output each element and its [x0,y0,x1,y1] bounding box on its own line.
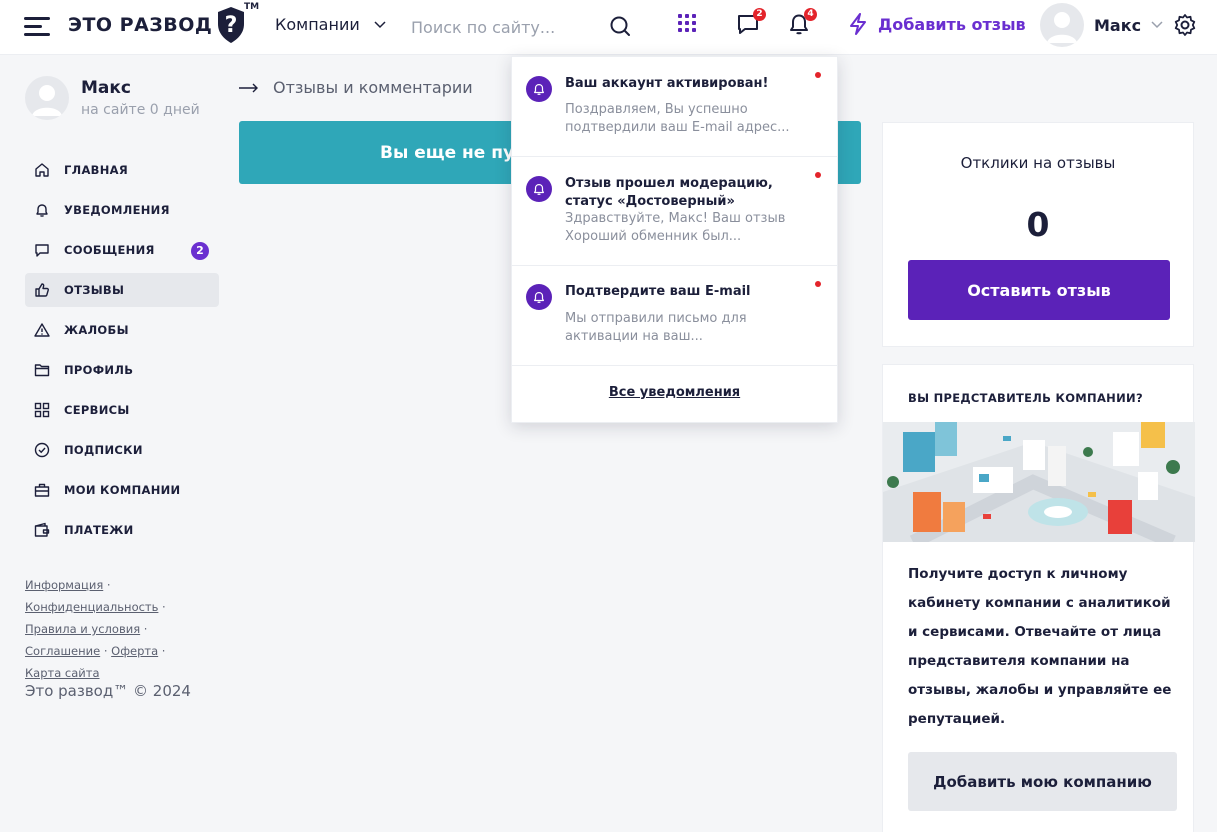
sidebar-item-reviews[interactable]: ОТЗЫВЫ [25,273,219,307]
bell-icon [526,284,552,310]
company-card-title: ВЫ ПРЕДСТАВИТЕЛЬ КОМПАНИИ? [908,391,1143,405]
notification-text: Поздравляем, Вы успешно подтвердили ваш … [565,102,790,135]
all-notifications-link[interactable]: Все уведомления [512,385,837,400]
copyright: Это развод™ © 2024 [25,682,191,700]
logo-text: ЭТО РАЗВОД [68,14,213,36]
sidebar-item-label: СООБЩЕНИЯ [64,243,155,257]
breadcrumb-current: Отзывы и комментарии [273,78,473,97]
messages-counter: 2 [753,8,766,21]
grid-icon [34,402,50,418]
chevron-down-icon [374,20,386,29]
add-review-label: Добавить отзыв [878,14,1026,34]
sidebar-item-label: УВЕДОМЛЕНИЯ [64,203,170,217]
sidebar-item-services[interactable]: СЕРВИСЫ [25,393,219,427]
apps-grid-icon[interactable] [676,12,698,34]
bell-icon [36,204,48,217]
gear-icon[interactable] [1173,13,1197,37]
companies-dropdown[interactable]: Компании [275,15,386,34]
company-representative-card: ВЫ ПРЕДСТАВИТЕЛЬ КОМПАНИИ? Получите дост… [882,364,1195,832]
sidebar-item-label: ГЛАВНАЯ [64,163,129,177]
notification-title: Отзыв прошел модерацию, статус «Достовер… [565,176,773,209]
add-review-button[interactable]: Добавить отзыв [848,13,1026,35]
sidebar-item-subscriptions[interactable]: ПОДПИСКИ [25,433,219,467]
sidebar-item-payments[interactable]: ПЛАТЕЖИ [25,513,219,547]
replies-title: Отклики на отзывы [960,154,1116,172]
companies-label: Компании [275,15,360,34]
bell-icon [526,76,552,102]
footer-link-terms[interactable]: Правила и условия [25,622,140,636]
messages-badge: 2 [191,242,209,260]
notification-text: Здравствуйте, Макс! Ваш отзыв Хороший об… [565,211,786,244]
check-circle-icon [34,442,50,458]
replies-card: Отклики на отзывы 0 Оставить отзыв [882,122,1194,347]
sidebar-nav: ГЛАВНАЯ УВЕДОМЛЕНИЯ СООБЩЕНИЯ 2 ОТЗЫВЫ Ж… [25,153,219,553]
sidebar-item-label: ОТЗЫВЫ [64,283,125,297]
user-name: Макс [1094,15,1142,35]
top-header: ЭТО РАЗВОД ? TM Компании 2 [0,0,1217,55]
sidebar-item-label: МОИ КОМПАНИИ [64,483,181,497]
sidebar-item-label: СЕРВИСЫ [64,403,130,417]
notifications-bell-icon[interactable]: 4 [787,8,817,36]
footer-link-offer[interactable]: Оферта [111,644,158,658]
notifications-counter: 4 [804,8,817,21]
unread-dot [815,172,821,178]
arrow-right-icon [239,83,259,93]
footer-link-sitemap[interactable]: Карта сайта [25,666,100,680]
unread-dot [815,281,821,287]
footer-link-agreement[interactable]: Соглашение [25,644,100,658]
sidebar-item-complaints[interactable]: ЖАЛОБЫ [25,313,219,347]
user-menu[interactable]: Макс [1040,3,1163,47]
sidebar-item-profile[interactable]: ПРОФИЛЬ [25,353,219,387]
sidebar-item-my-companies[interactable]: МОИ КОМПАНИИ [25,473,219,507]
company-card-text: Получите доступ к личному кабинету компа… [908,566,1172,727]
sidebar-item-home[interactable]: ГЛАВНАЯ [25,153,219,187]
briefcase-icon [34,483,50,497]
footer-link-info[interactable]: Информация [25,578,103,592]
sidebar-item-label: ПЛАТЕЖИ [64,523,134,537]
sidebar-item-label: ПРОФИЛЬ [64,363,134,377]
profile-summary: Макс на сайте 0 дней [25,76,200,120]
sidebar-item-messages[interactable]: СООБЩЕНИЯ 2 [25,233,219,267]
footer-links: Информация · Конфиденциальность · Правил… [25,578,166,680]
logo-mark: ? [225,13,238,38]
notification-item[interactable]: Отзыв прошел модерацию, статус «Достовер… [512,157,837,266]
leave-review-button[interactable]: Оставить отзыв [908,260,1170,320]
profile-days: на сайте 0 дней [81,102,200,118]
replies-count: 0 [1026,205,1050,244]
bell-icon [526,176,552,202]
profile-name: Макс [81,78,132,98]
search-input[interactable] [411,17,601,37]
logo-trademark: TM [244,2,260,12]
notification-title: Ваш аккаунт активирован! [565,76,769,91]
sidebar-item-label: ПОДПИСКИ [64,443,143,457]
search-bar [411,12,636,42]
lightning-icon [848,13,868,35]
message-icon [35,244,49,257]
footer-link-privacy[interactable]: Конфиденциальность [25,600,158,614]
notification-item[interactable]: Подтвердите ваш E-mail Мы отправили пись… [512,266,837,366]
home-icon [35,163,49,177]
sidebar-item-notifications[interactable]: УВЕДОМЛЕНИЯ [25,193,219,227]
warning-icon [34,323,50,337]
notifications-dropdown: Ваш аккаунт активирован! Поздравляем, Вы… [511,56,838,423]
chevron-down-icon [1151,21,1163,29]
menu-icon[interactable] [24,14,52,38]
messages-icon[interactable]: 2 [736,8,766,36]
notification-item[interactable]: Ваш аккаунт активирован! Поздравляем, Вы… [512,57,837,157]
add-my-company-button[interactable]: Добавить мою компанию [908,752,1177,811]
search-icon[interactable] [609,15,631,37]
unread-dot [815,72,821,78]
site-logo[interactable]: ЭТО РАЗВОД ? [68,4,246,46]
thumbs-up-icon [35,283,49,297]
breadcrumb: Отзывы и комментарии [239,78,473,97]
notification-title: Подтвердите ваш E-mail [565,284,751,299]
logo-shield-icon: ? [216,6,246,44]
city-illustration [883,422,1195,542]
avatar [25,76,69,120]
notification-text: Мы отправили письмо для активации на ваш… [565,311,747,344]
folder-icon [34,364,50,377]
wallet-icon [34,522,50,537]
avatar [1040,3,1084,47]
sidebar-item-label: ЖАЛОБЫ [64,323,129,337]
